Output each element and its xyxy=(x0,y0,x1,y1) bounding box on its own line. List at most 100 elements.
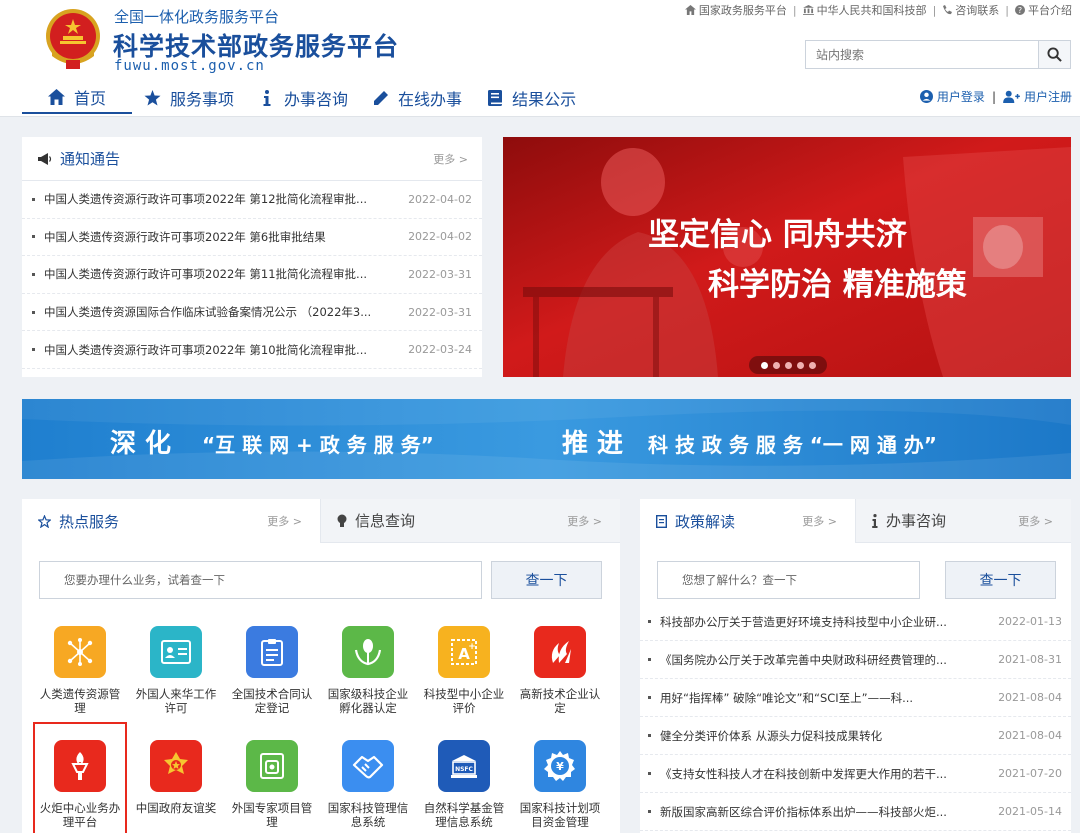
service-tech-contract[interactable]: 全国技术合同认定登记 xyxy=(227,626,317,715)
svg-text:+: + xyxy=(468,642,476,652)
service-tech-management-system[interactable]: 国家科技管理信息系统 xyxy=(323,740,413,829)
nav-consult[interactable]: 办事咨询 xyxy=(246,82,360,114)
hot-query: 您要办理什么业务，试着查一下 查一下 xyxy=(39,561,602,599)
notice-item-date: 2022-03-31 xyxy=(408,305,472,319)
service-label: 外国人来华工作许可 xyxy=(135,687,217,715)
tab-policy-interpretation[interactable]: 政策解读 更多 > xyxy=(640,499,855,543)
notice-header: 通知通告 更多 > xyxy=(22,137,482,181)
service-torch-center[interactable]: 火炬中心业务办理平台 xyxy=(33,722,127,833)
policy-item[interactable]: 科技部办公厅关于营造更好环境支持科技型中小企业研... 2022-01-13 xyxy=(640,603,1071,641)
service-sme-evaluation[interactable]: A + 科技型中小企业评价 xyxy=(419,626,509,715)
nav-label: 服务事项 xyxy=(170,90,235,109)
site-domain: fuwu.most.gov.cn xyxy=(114,58,265,74)
notice-item-date: 2022-03-31 xyxy=(408,267,472,281)
nav-home[interactable]: 首页 xyxy=(22,82,133,114)
policy-tabs: 政策解读 更多 > 办事咨询 更多 > xyxy=(640,499,1071,543)
policy-item-date: 2021-07-20 xyxy=(998,767,1062,780)
strip-right-a: 推 进 xyxy=(562,429,623,459)
register-link[interactable]: 用户注册 xyxy=(1003,88,1072,105)
service-fund-management[interactable]: ¥ 国家科技计划项目资金管理 xyxy=(515,740,605,829)
building-icon xyxy=(802,5,814,15)
tab-label: 政策解读 xyxy=(656,511,735,532)
svg-text:?: ? xyxy=(1018,6,1022,15)
policy-query-input[interactable]: 您想了解什么？查一下 xyxy=(657,561,920,599)
bullet xyxy=(32,348,35,352)
tab-hot-services[interactable]: 热点服务 更多 > xyxy=(22,499,320,543)
policy-item-title: 科技部办公厅关于营造更好环境支持科技型中小企业研... xyxy=(660,614,947,629)
top-link-contact[interactable]: 咨询联系 xyxy=(942,2,999,18)
hot-query-input[interactable]: 您要办理什么业务，试着查一下 xyxy=(39,561,482,599)
service-incubator[interactable]: 国家级科技企业孵化器认定 xyxy=(323,626,413,715)
phone-icon xyxy=(943,5,953,15)
bullet xyxy=(648,658,651,661)
bullet xyxy=(32,197,35,201)
notice-title-text: 通知通告 xyxy=(60,150,121,168)
service-friendship-award[interactable]: 中国政府友谊奖 xyxy=(131,740,221,815)
bullet xyxy=(648,772,651,775)
policy-item[interactable]: 《国务院办公厅关于改革完善中央财政科研经费管理的... 2021-08-31 xyxy=(640,641,1071,679)
service-nsfc[interactable]: NSFC 自然科学基金管理信息系统 xyxy=(419,740,509,829)
main-nav: 首页 服务事项 办事咨询 在线办事 结果公示 xyxy=(22,82,588,114)
nav-label: 结果公示 xyxy=(512,90,577,109)
tab-service-consult[interactable]: 办事咨询 更多 > xyxy=(855,499,1071,543)
nav-label: 在线办事 xyxy=(398,90,463,109)
notice-item-title: 中国人类遗传资源行政许可事项2022年 第12批简化流程审批... xyxy=(44,192,368,207)
tab-info-query[interactable]: 信息查询 更多 > xyxy=(320,499,620,543)
nav-results[interactable]: 结果公示 xyxy=(474,82,588,114)
service-foreigner-work-permit[interactable]: 外国人来华工作许可 xyxy=(131,626,221,715)
bullet xyxy=(32,235,35,239)
nav-online[interactable]: 在线办事 xyxy=(360,82,474,114)
carousel-dot[interactable] xyxy=(784,361,792,369)
info-more-link[interactable]: 更多 > xyxy=(567,513,602,529)
top-link-label: 咨询联系 xyxy=(955,4,1000,17)
id-card-icon xyxy=(150,626,202,678)
login-link[interactable]: 用户登录 xyxy=(919,88,985,105)
hot-more-link[interactable]: 更多 > xyxy=(267,513,302,529)
hot-tabs: 热点服务 更多 > 信息查询 更多 > xyxy=(22,499,620,543)
top-link-label: 平台介绍 xyxy=(1028,4,1072,17)
policy-query: 您想了解什么？查一下 查一下 xyxy=(657,561,1056,599)
banner-artwork: 坚定信心 同舟共济 科学防治 精准施策 xyxy=(503,137,1071,377)
policy-query-button[interactable]: 查一下 xyxy=(945,561,1056,599)
policy-more-link[interactable]: 更多 > xyxy=(802,513,837,529)
policy-item-date: 2021-08-31 xyxy=(998,653,1062,666)
service-high-tech-enterprise[interactable]: 高新技术企业认定 xyxy=(515,626,605,715)
top-link-ministry[interactable]: 中华人民共和国科技部 xyxy=(802,2,927,18)
tab-label: 办事咨询 xyxy=(872,510,946,531)
carousel-dot[interactable] xyxy=(772,361,780,369)
policy-item[interactable]: 用好“指挥棒” 破除“唯论文”和“SCI至上”——科... 2021-08-04 xyxy=(640,679,1071,717)
national-emblem-icon xyxy=(46,9,100,69)
notice-more-link[interactable]: 更多 > xyxy=(433,151,468,167)
service-genetic-resources[interactable]: 人类遗传资源管理 xyxy=(35,626,125,715)
policy-item[interactable]: 健全分类评价体系 从源头力促科技成果转化 2021-08-04 xyxy=(640,717,1071,755)
question-icon: ? xyxy=(1015,5,1025,15)
nav-services[interactable]: 服务事项 xyxy=(132,82,246,114)
nav-label: 首页 xyxy=(74,89,107,108)
hero-banner[interactable]: 坚定信心 同舟共济 科学防治 精准施策 xyxy=(503,137,1071,377)
notice-item[interactable]: 中国人类遗传资源国际合作临床试验备案情况公示 （2022年3... 2022-03… xyxy=(22,294,482,332)
notice-item[interactable]: 中国人类遗传资源行政许可事项2022年 第6批审批结果 2022-04-02 xyxy=(22,219,482,257)
policy-item-date: 2021-08-04 xyxy=(998,691,1062,704)
carousel-dot[interactable] xyxy=(760,361,768,369)
notice-item[interactable]: 中国人类遗传资源行政许可事项2022年 第11批简化流程审批... 2022-03… xyxy=(22,256,482,294)
notice-item-title: 中国人类遗传资源行政许可事项2022年 第6批审批结果 xyxy=(44,229,326,244)
carousel-dot[interactable] xyxy=(808,361,816,369)
policy-item[interactable]: 《支持女性科技人才在科技创新中发挥更大作用的若干... 2021-07-20 xyxy=(640,755,1071,793)
top-link-about[interactable]: ? 平台介绍 xyxy=(1015,2,1072,18)
promo-strip[interactable]: 深 化 “互 联 网 + 政 务 服 务” 推 进 科 技 政 务 服 务 “一… xyxy=(22,399,1071,479)
policy-item-date: 2021-08-04 xyxy=(998,729,1062,742)
service-label: 自然科学基金管理信息系统 xyxy=(423,801,505,829)
policy-item[interactable]: 新版国家高新区综合评价指标体系出炉——科技部火炬... 2021-05-14 xyxy=(640,793,1071,831)
top-link-gov-platform[interactable]: 国家政务服务平台 xyxy=(684,2,787,18)
bullet xyxy=(648,734,651,737)
site-search-button[interactable] xyxy=(1038,41,1070,68)
handshake-icon xyxy=(342,740,394,792)
notice-item[interactable]: 中国人类遗传资源行政许可事项2022年 第12批简化流程审批... 2022-04… xyxy=(22,181,482,219)
service-label: 外国专家项目管理 xyxy=(231,801,313,829)
service-foreign-expert[interactable]: 外国专家项目管理 xyxy=(227,740,317,829)
site-search-input[interactable] xyxy=(806,41,1038,68)
carousel-dot[interactable] xyxy=(796,361,804,369)
consult-more-link[interactable]: 更多 > xyxy=(1018,513,1053,529)
notice-item[interactable]: 中国人类遗传资源行政许可事项2022年 第10批简化流程审批... 2022-03… xyxy=(22,331,482,369)
hot-query-button[interactable]: 查一下 xyxy=(491,561,602,599)
